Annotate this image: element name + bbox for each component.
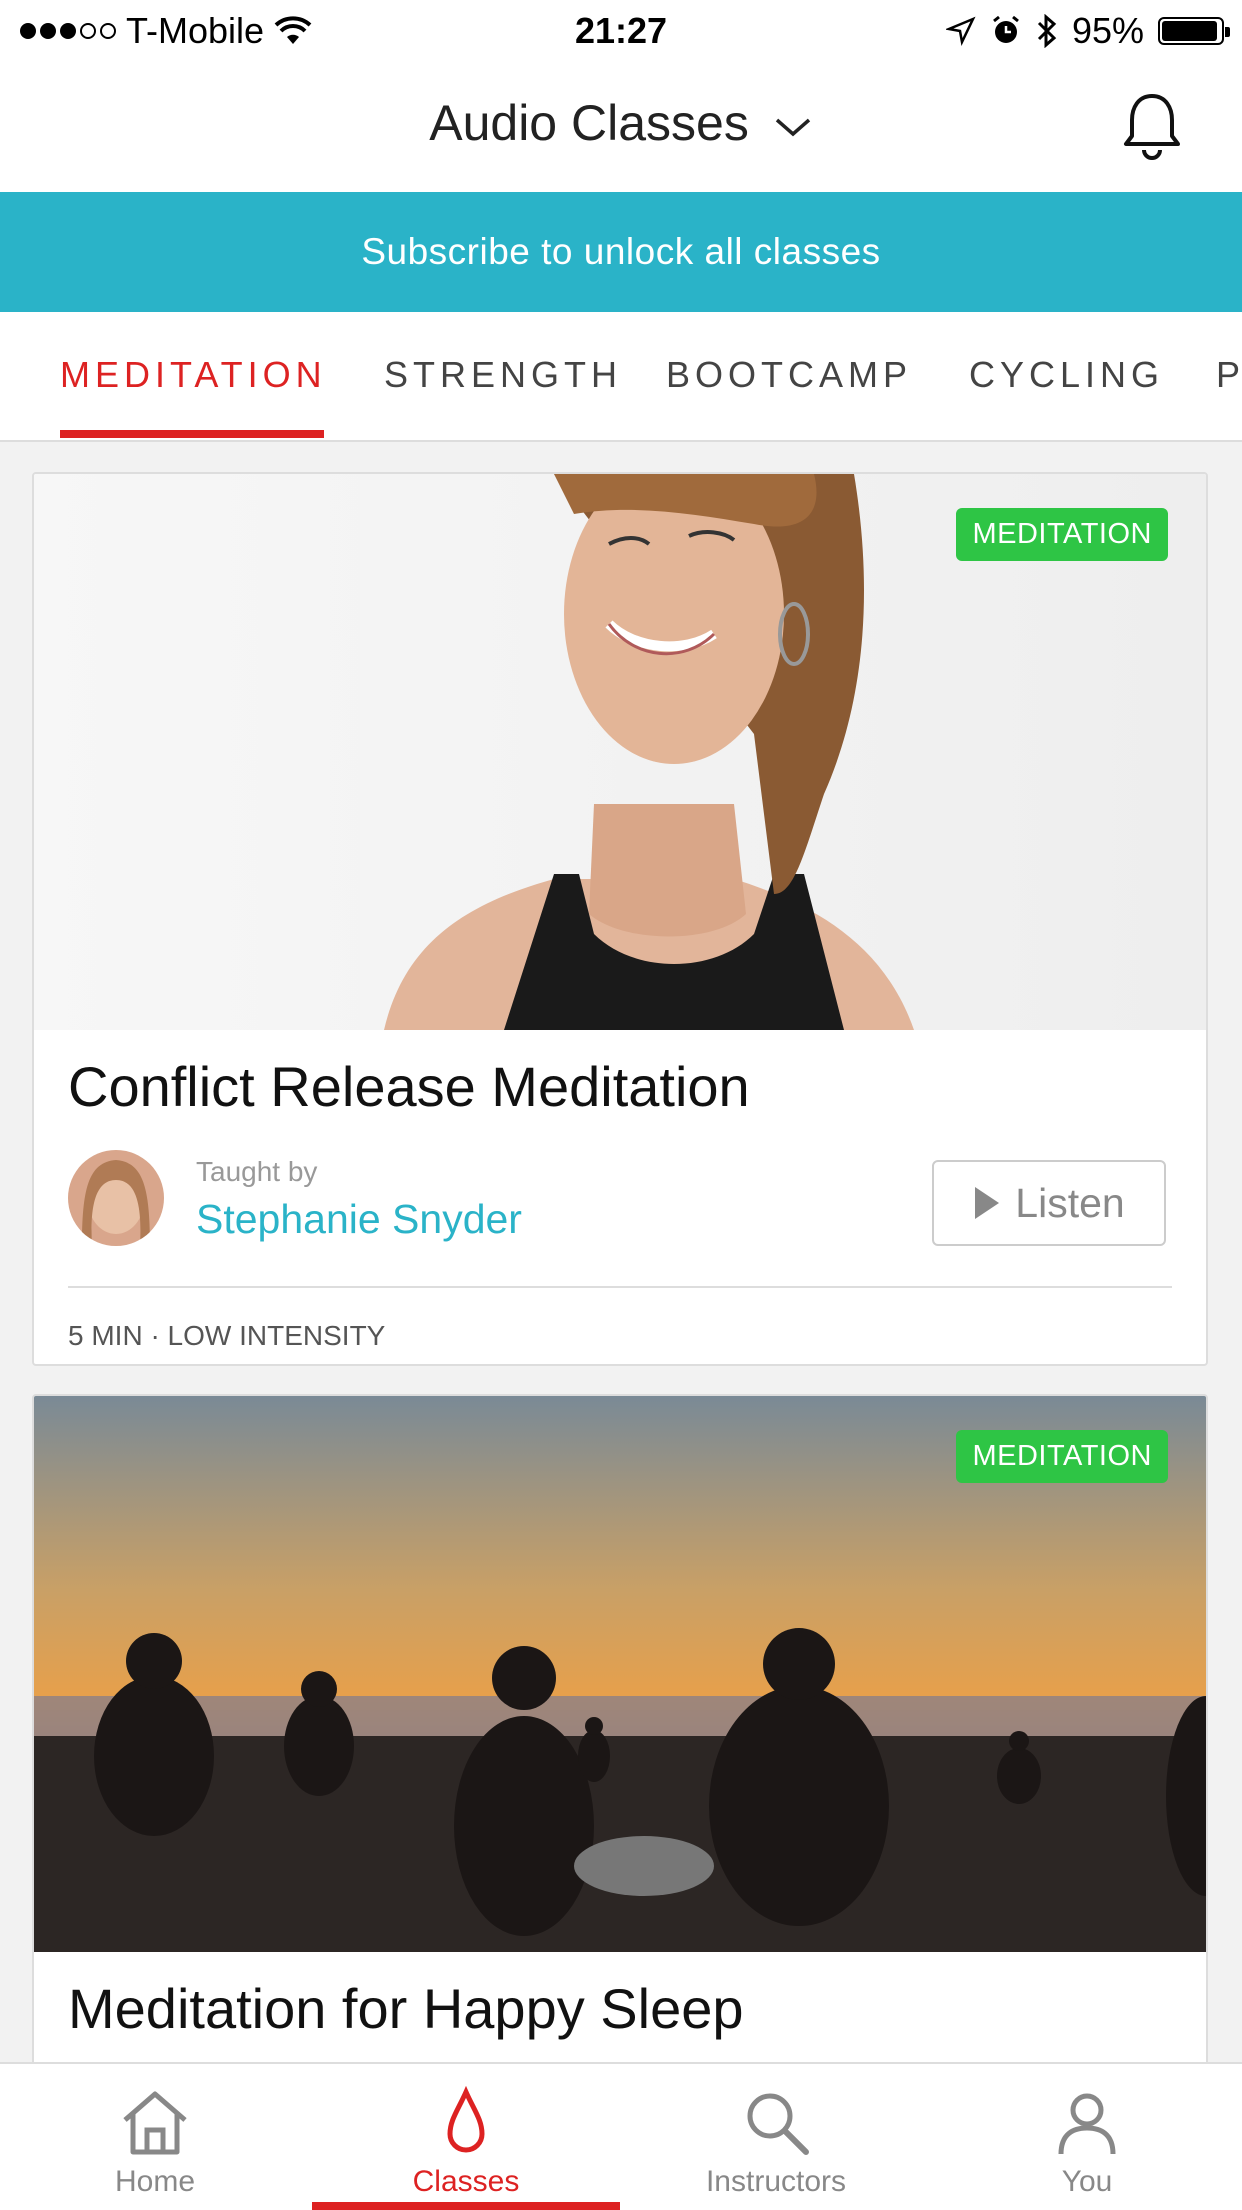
nav-classes[interactable]: Classes: [311, 2064, 621, 2210]
battery-percent: 95%: [1071, 10, 1144, 51]
instructor-avatar[interactable]: [68, 1150, 164, 1246]
listen-button[interactable]: Listen: [932, 1160, 1166, 1246]
class-title: Conflict Release Meditation: [68, 1055, 750, 1118]
app-header: Audio Classes: [0, 62, 1242, 192]
class-title: Meditation for Happy Sleep: [68, 1977, 744, 2040]
category-badge: MEDITATION: [956, 1430, 1168, 1483]
class-card[interactable]: MEDITATION Meditation for Happy Sleep: [32, 1394, 1208, 2094]
bluetooth-icon: [1037, 14, 1057, 48]
nav-home-label: Home: [114, 2165, 196, 2198]
class-card[interactable]: MEDITATION Conflict Release Meditation T…: [32, 472, 1208, 1366]
subscribe-banner[interactable]: Subscribe to unlock all classes: [0, 192, 1242, 312]
card-divider: [68, 1286, 1172, 1288]
tab-cycling[interactable]: CYCLING: [969, 354, 1164, 396]
instructor-name-link[interactable]: Stephanie Snyder: [196, 1196, 522, 1243]
bottom-navigation: Home Classes Instructors You: [0, 2062, 1242, 2210]
class-meta: 5 MIN · LOW INTENSITY: [68, 1320, 386, 1351]
tab-bootcamp[interactable]: BOOTCAMP: [666, 354, 912, 396]
category-badge: MEDITATION: [956, 508, 1168, 561]
nav-instructors[interactable]: Instructors: [621, 2064, 931, 2210]
section-selector[interactable]: Audio Classes: [0, 94, 1242, 152]
nav-you-label: You: [1061, 2165, 1113, 2198]
person-icon: [1058, 2093, 1116, 2155]
location-arrow-icon: [945, 16, 976, 46]
listen-label: Listen: [1015, 1179, 1125, 1226]
active-nav-indicator: [312, 2202, 620, 2210]
tab-strength[interactable]: STRENGTH: [384, 354, 622, 396]
status-right: 95%: [945, 10, 1230, 52]
status-bar: T-Mobile 21:27 95%: [0, 0, 1242, 62]
battery-fill: [1162, 21, 1218, 41]
alarm-icon: [993, 15, 1019, 43]
tab-meditation[interactable]: MEDITATION: [60, 354, 327, 396]
nav-classes-label: Classes: [412, 2165, 520, 2198]
category-tabs: MEDITATION STRENGTH BOOTCAMP CYCLING P: [0, 312, 1242, 442]
notification-bell-icon[interactable]: [1120, 90, 1184, 162]
tab-partial[interactable]: P: [1216, 354, 1242, 396]
home-icon: [123, 2091, 187, 2155]
search-icon: [747, 2093, 809, 2155]
nav-home[interactable]: Home: [0, 2064, 310, 2210]
chevron-down-icon: [775, 118, 810, 137]
play-icon: [975, 1187, 1000, 1219]
battery-icon: [1158, 17, 1230, 45]
drop-icon: [447, 2085, 485, 2153]
taught-by-label: Taught by: [196, 1156, 318, 1187]
nav-instructors-label: Instructors: [705, 2165, 847, 2198]
page-title: Audio Classes: [429, 95, 749, 151]
subscribe-text: Subscribe to unlock all classes: [361, 231, 881, 272]
active-tab-indicator: [60, 430, 324, 438]
nav-you[interactable]: You: [932, 2064, 1242, 2210]
